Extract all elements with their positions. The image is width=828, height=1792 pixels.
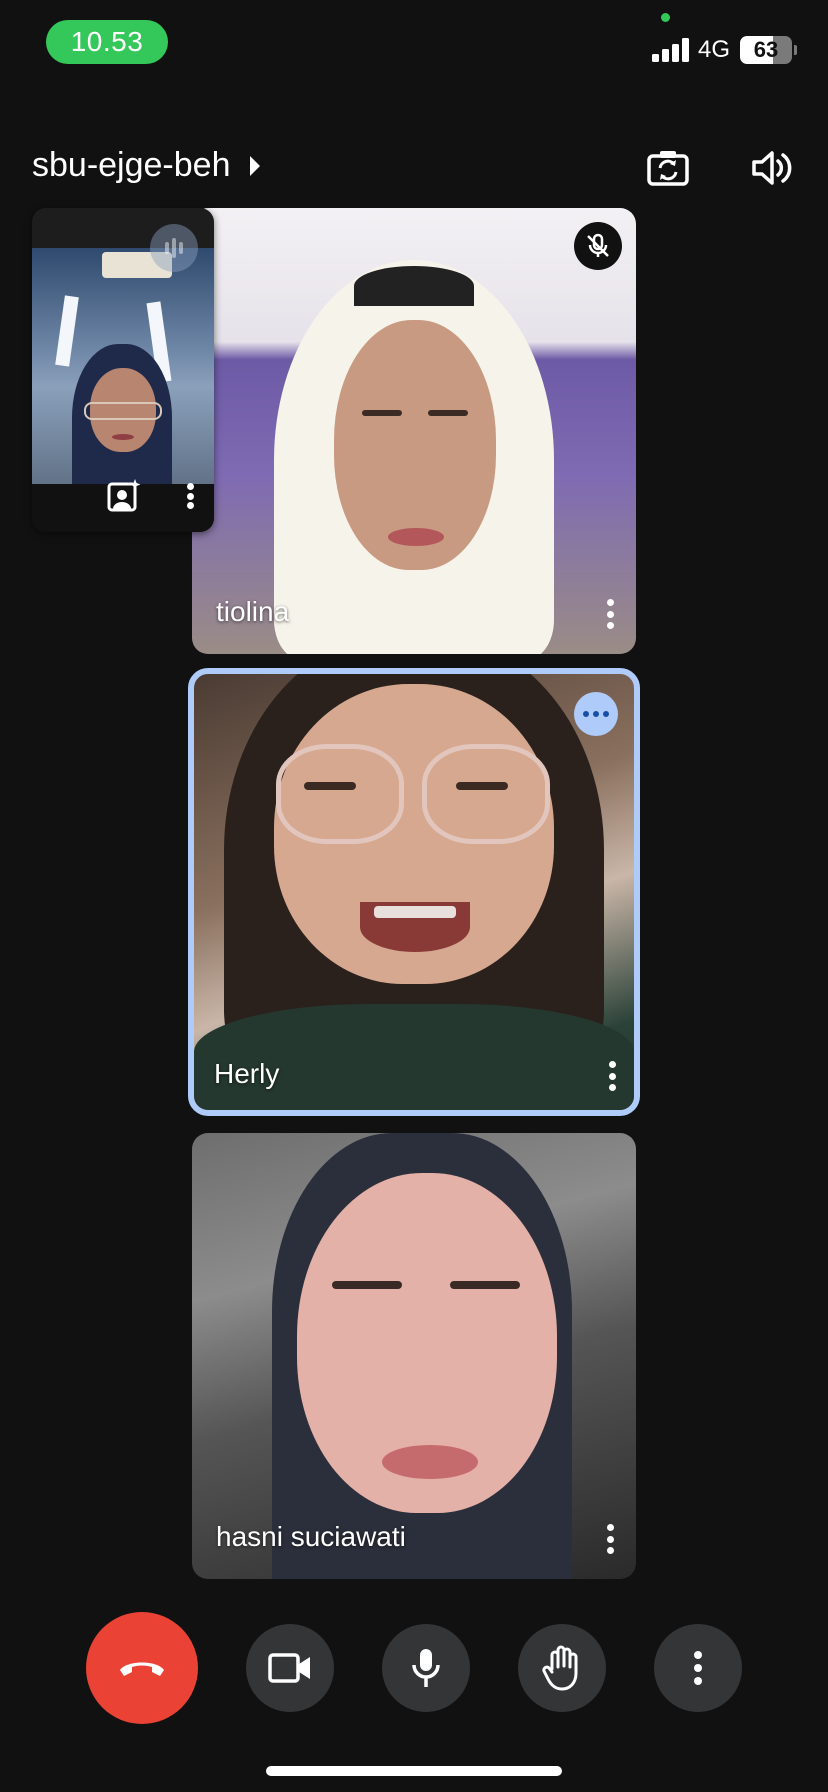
end-call-button[interactable] [86,1612,198,1724]
call-end-icon [120,1662,164,1676]
camera-toggle-button[interactable] [246,1624,334,1712]
participant-tile-active-speaker[interactable]: Herly [188,668,640,1116]
speaking-indicator-icon [574,692,618,736]
participant-name: tiolina [216,596,290,627]
caret-right-icon [250,155,261,176]
participant-name: Herly [214,1058,280,1089]
home-indicator[interactable] [266,1766,562,1776]
battery-cap [794,45,797,55]
more-options-button[interactable] [654,1624,742,1712]
self-view[interactable] [32,208,214,532]
status-time: 10.53 [46,20,168,64]
more-vert-icon [694,1651,702,1685]
videocam-icon [268,1653,310,1683]
network-type: 4G [698,36,731,63]
mic-toggle-button[interactable] [382,1624,470,1712]
effects-icon[interactable] [106,478,142,514]
signal-strength-icon [652,38,690,62]
raise-hand-button[interactable] [518,1624,606,1712]
more-vert-icon[interactable] [598,596,622,632]
camera-switch-icon [647,151,689,186]
audio-level-icon [150,224,198,272]
participant-video [264,260,564,654]
participant-tile[interactable]: hasni suciawati [192,1133,636,1579]
switch-camera-button[interactable] [642,142,694,194]
meeting-code-button[interactable]: sbu-ejge-beh [32,146,261,185]
participant-name: hasni suciawati [216,1521,406,1552]
mic-icon [412,1649,440,1687]
audio-output-button[interactable] [746,142,798,194]
camera-in-use-indicator [661,13,670,22]
meet-call-screen: 10.53 4G 63 sbu-ejge-beh tiolina Herly h… [0,0,828,1792]
raise-hand-icon [542,1645,578,1691]
more-vert-icon[interactable] [598,1521,622,1557]
participant-tile[interactable]: tiolina [192,208,636,654]
participant-video [192,1133,636,1579]
battery-level: 63 [753,37,779,62]
participant-video [194,674,634,1110]
battery-icon: 63 [740,36,792,64]
mic-off-icon [574,222,622,270]
more-vert-icon[interactable] [178,480,202,512]
more-vert-icon[interactable] [600,1058,624,1094]
self-video [32,248,214,504]
speaker-icon [752,151,792,185]
meeting-code: sbu-ejge-beh [32,146,231,184]
